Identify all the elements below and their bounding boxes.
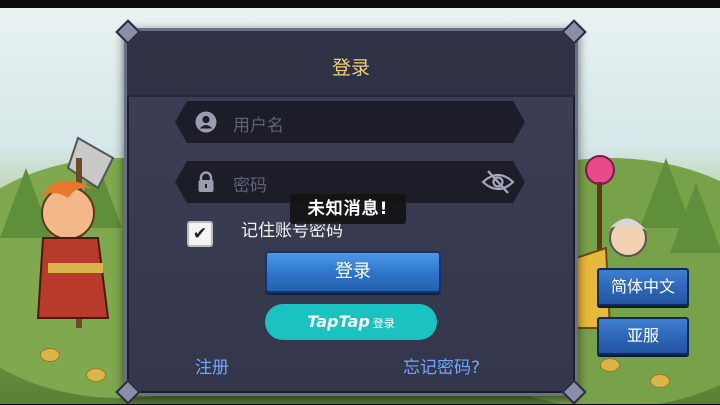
password-placeholder: 密码: [233, 176, 267, 196]
language-button[interactable]: 简体中文: [597, 268, 689, 306]
hero-warrior-illustration: [36, 136, 115, 328]
gold-coin: [40, 348, 60, 362]
taptap-login-label: 登录: [372, 317, 395, 330]
gold-coin: [600, 358, 620, 372]
username-input[interactable]: 用户名: [175, 101, 525, 143]
dialog-title: 登录: [331, 57, 370, 79]
background-tree: [670, 183, 720, 253]
forgot-password-link[interactable]: 忘记密码?: [403, 353, 480, 378]
gold-coin: [650, 374, 670, 388]
checkmark-icon: ✔: [192, 224, 208, 244]
top-bar: [0, 0, 720, 8]
login-button[interactable]: 登录: [265, 251, 441, 293]
lock-icon: [195, 171, 217, 193]
user-icon: [195, 111, 217, 133]
username-placeholder: 用户名: [233, 116, 284, 136]
server-button[interactable]: 亚服: [597, 317, 689, 355]
register-link[interactable]: 注册: [195, 353, 229, 378]
gold-coin: [86, 368, 106, 382]
taptap-logo: TapTap: [307, 312, 370, 331]
toast-message: 未知消息!: [290, 194, 406, 224]
taptap-login-button[interactable]: TapTap 登录: [265, 304, 437, 340]
remember-checkbox[interactable]: ✔: [187, 221, 213, 247]
eye-slash-icon[interactable]: [481, 169, 515, 195]
